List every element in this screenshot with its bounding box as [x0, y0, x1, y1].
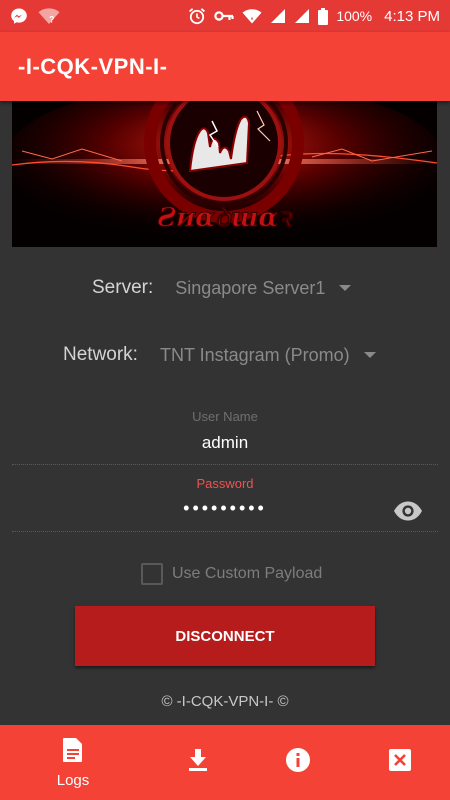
copyright-text: © -I-CQK-VPN-I- © — [161, 693, 289, 710]
username-field[interactable]: User Name admin — [12, 405, 438, 467]
svg-text:Ƨᴎɑꝺɯɑꝛ: Ƨᴎɑꝺɯɑꝛ — [157, 203, 293, 233]
app-title: -I-CQK-VPN-I- — [18, 53, 168, 79]
nav-logs[interactable]: Logs — [35, 725, 111, 800]
network-label: Network: — [63, 344, 138, 365]
server-value: Singapore Server1 — [175, 277, 326, 298]
password-underline — [12, 531, 438, 532]
wifi-icon — [242, 8, 262, 24]
nav-logs-label: Logs — [56, 771, 90, 789]
nav-close[interactable] — [378, 725, 422, 800]
nav-download[interactable] — [176, 725, 220, 800]
status-left-icons: ? — [10, 7, 60, 25]
battery-percent: 100% — [336, 8, 373, 24]
disconnect-button[interactable]: DISCONNECT — [75, 606, 375, 666]
document-icon — [61, 737, 85, 768]
status-right-icons: 100% 4:13 PM — [188, 7, 440, 25]
password-input[interactable]: ••••••••• — [12, 498, 438, 519]
signal-icon — [294, 8, 310, 24]
rock-hand-logo: Ƨᴎɑꝺɯɑꝛ — [12, 101, 437, 247]
eye-icon[interactable] — [392, 499, 424, 523]
network-spinner[interactable]: Network: TNT Instagram (Promo) — [63, 344, 376, 366]
app-bar: -I-CQK-VPN-I- — [0, 32, 450, 101]
server-label: Server: — [92, 277, 154, 298]
server-spinner[interactable]: Server: Singapore Server1 — [92, 277, 352, 299]
info-icon — [285, 747, 311, 778]
wifi-question-icon: ? — [38, 7, 60, 25]
username-input[interactable]: admin — [12, 433, 438, 453]
clock: 4:13 PM — [384, 7, 440, 25]
signal-icon — [270, 8, 286, 24]
password-field[interactable]: Password ••••••••• — [12, 472, 438, 534]
banner-image: Ƨᴎɑꝺɯɑꝛ — [12, 101, 437, 247]
bottom-nav: Logs — [0, 725, 450, 800]
messenger-icon — [10, 7, 28, 25]
close-box-icon — [388, 748, 412, 777]
username-underline — [12, 464, 438, 465]
custom-payload-checkbox-row[interactable]: Use Custom Payload — [141, 563, 322, 585]
download-icon — [187, 748, 209, 777]
password-label: Password — [196, 476, 254, 491]
svg-text:?: ? — [49, 15, 55, 25]
alarm-icon — [188, 7, 206, 25]
username-label: User Name — [192, 409, 258, 424]
custom-payload-checkbox[interactable] — [141, 563, 163, 585]
dropdown-arrow-icon — [363, 352, 376, 358]
network-value: TNT Instagram (Promo) — [159, 344, 350, 365]
nav-info[interactable] — [276, 725, 320, 800]
vpn-key-icon — [214, 9, 234, 23]
dropdown-arrow-icon — [339, 285, 352, 291]
status-bar: ? 100% 4:13 PM — [0, 0, 450, 32]
battery-icon — [318, 7, 329, 25]
custom-payload-label: Use Custom Payload — [172, 565, 323, 582]
